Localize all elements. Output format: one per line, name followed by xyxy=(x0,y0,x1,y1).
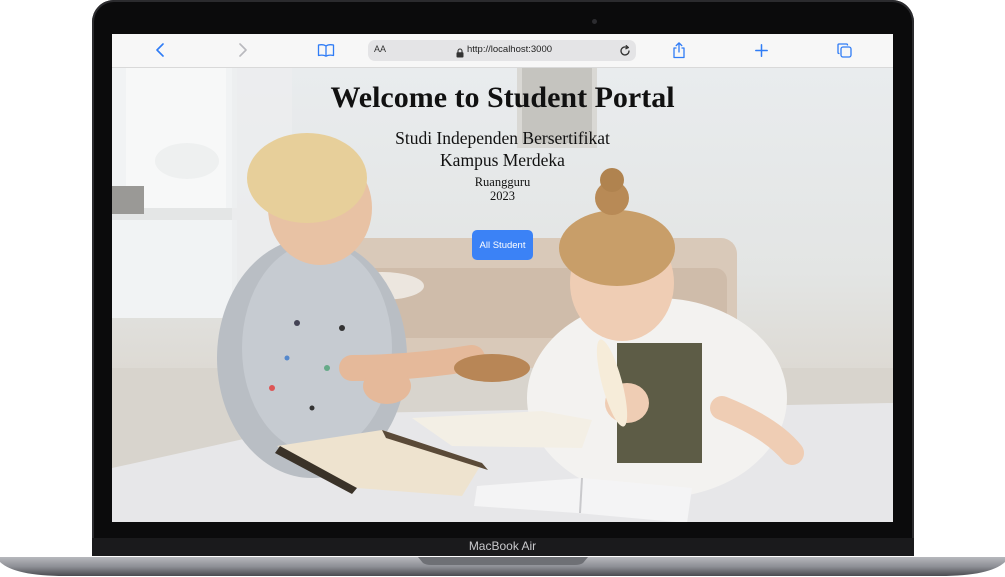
student-portal-page: Welcome to Student Portal Studi Independ… xyxy=(112,68,893,522)
share-icon[interactable] xyxy=(670,41,688,59)
tabs-icon[interactable] xyxy=(835,41,853,59)
all-student-button[interactable]: All Student xyxy=(472,230,533,260)
plus-icon[interactable] xyxy=(752,41,770,59)
organization-name: Ruangguru xyxy=(474,175,531,189)
program-subtitle-line1: Studi Independen Bersertifikat xyxy=(395,128,610,148)
reload-icon[interactable] xyxy=(619,44,631,62)
program-subtitle-line2: Kampus Merdeka xyxy=(440,150,565,170)
laptop-mockup: AA http://localhost:3000 Welcome to Stud… xyxy=(0,0,1005,577)
book-icon[interactable] xyxy=(317,41,335,59)
browser-toolbar: AA http://localhost:3000 xyxy=(112,34,893,68)
url-text[interactable]: http://localhost:3000 xyxy=(467,44,552,55)
text-size-button[interactable]: AA xyxy=(374,44,386,54)
page-title: Welcome to Student Portal xyxy=(330,81,675,114)
chevron-left-icon[interactable] xyxy=(151,41,169,59)
lock-icon xyxy=(456,45,464,63)
camera-dot xyxy=(592,19,597,24)
laptop-screen: AA http://localhost:3000 Welcome to Stud… xyxy=(112,34,893,522)
chevron-right-icon[interactable] xyxy=(234,41,252,59)
device-model-label: MacBook Air xyxy=(468,539,537,553)
laptop-base xyxy=(0,557,1005,576)
program-year: 2023 xyxy=(490,189,515,203)
address-bar[interactable]: AA http://localhost:3000 xyxy=(368,40,636,61)
